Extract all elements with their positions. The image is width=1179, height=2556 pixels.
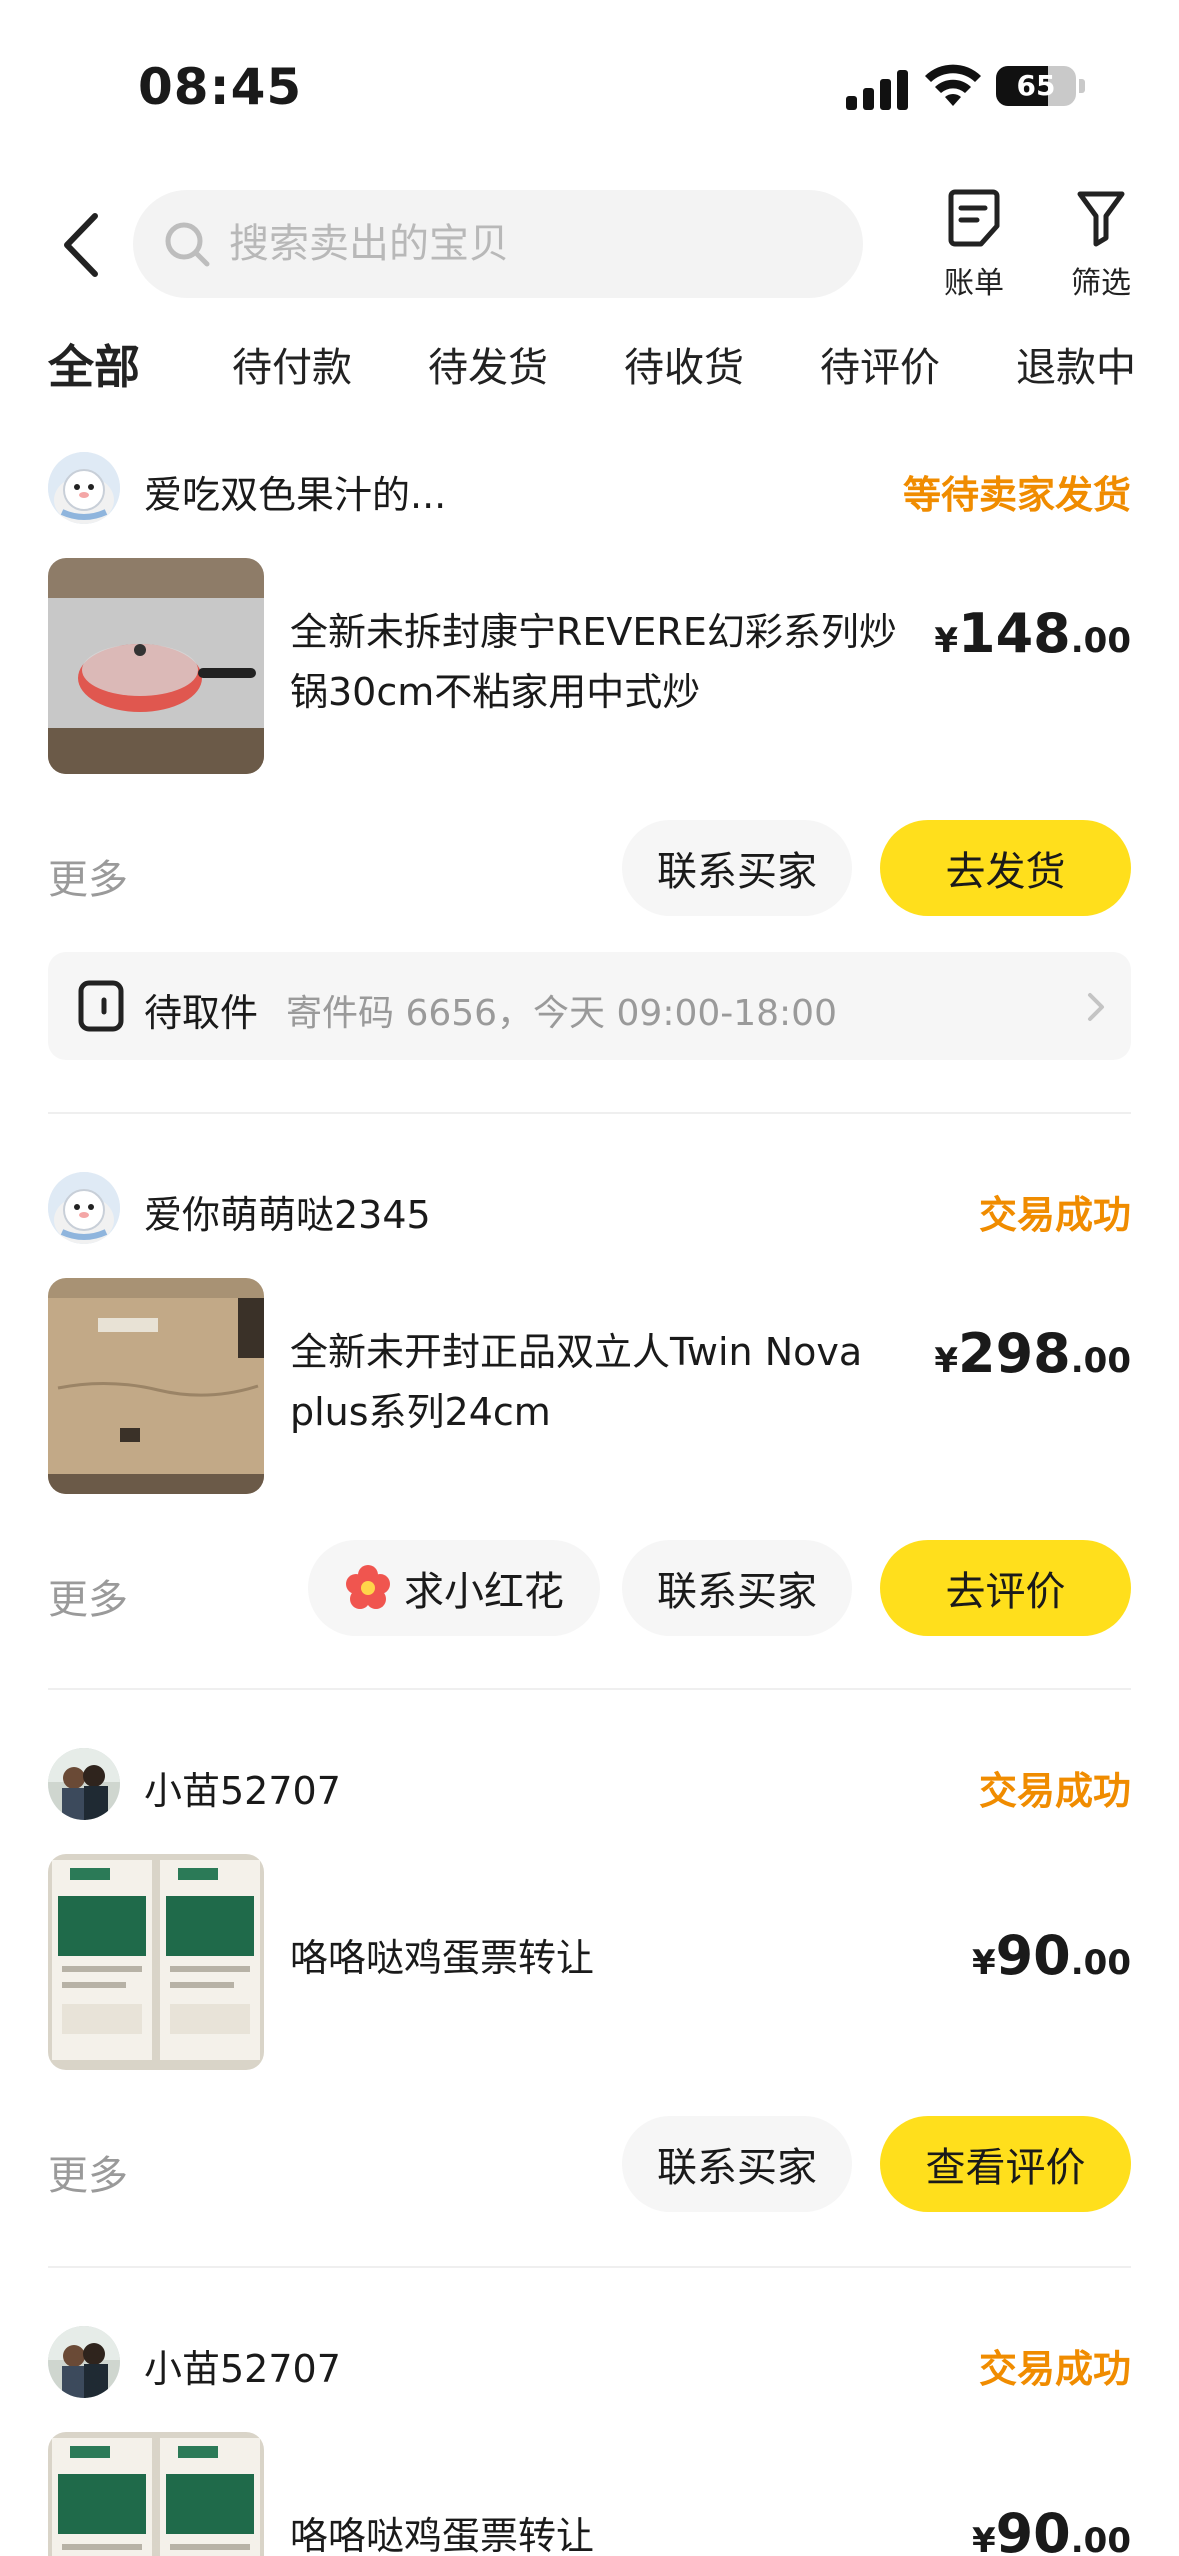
- price-integer: 90: [995, 2502, 1071, 2556]
- avatar[interactable]: [48, 1748, 120, 1820]
- chevron-right-icon: [1088, 993, 1104, 1021]
- product-title[interactable]: 全新未拆封康宁REVERE幻彩系列炒锅30cm不粘家用中式炒: [290, 602, 930, 722]
- buyer-name: 小苗52707: [144, 1769, 341, 1813]
- product-title[interactable]: 全新未开封正品双立人Twin Nova plus系列24cm: [290, 1322, 930, 1442]
- price: ¥90.00: [972, 1924, 1131, 1987]
- filter-button[interactable]: 筛选: [1046, 188, 1156, 308]
- locker-icon: [78, 980, 124, 1032]
- avatar[interactable]: [48, 2326, 120, 2398]
- product-thumbnail[interactable]: [48, 558, 264, 774]
- buyer-row[interactable]: 小苗52707 交易成功: [48, 2326, 1131, 2402]
- divider: [48, 1112, 1131, 1114]
- order-status: 交易成功: [978, 1193, 1131, 1237]
- contact-buyer-button[interactable]: 联系买家: [622, 2116, 852, 2212]
- tab-pending-receipt[interactable]: 待收货: [624, 335, 744, 393]
- request-flower-label: 求小红花: [404, 1569, 564, 1615]
- divider: [48, 2266, 1131, 2268]
- price-decimal: .00: [1070, 2521, 1131, 2556]
- tab-pending-payment[interactable]: 待付款: [232, 335, 352, 393]
- search-bar[interactable]: [133, 190, 863, 298]
- price-decimal: .00: [1070, 621, 1131, 661]
- tab-pending-shipment[interactable]: 待发货: [428, 335, 548, 393]
- back-button[interactable]: [50, 205, 110, 285]
- divider: [48, 1688, 1131, 1690]
- contact-buyer-button[interactable]: 联系买家: [622, 820, 852, 916]
- price-integer: 148: [958, 602, 1071, 665]
- product-title[interactable]: 咯咯哒鸡蛋票转让: [290, 1928, 930, 1988]
- buyer-name: 小苗52707: [144, 2347, 341, 2391]
- pickup-label: 待取件: [144, 991, 259, 1035]
- bill-button[interactable]: 账单: [919, 188, 1029, 308]
- buyer-name: 爱吃双色果汁的...: [144, 473, 447, 517]
- egg-voucher-image: [48, 2432, 264, 2556]
- product-thumbnail[interactable]: [48, 2432, 264, 2556]
- price-currency: ¥: [971, 2521, 996, 2556]
- tab-label: 待评价: [820, 345, 940, 391]
- ship-button[interactable]: 去发货: [880, 820, 1131, 916]
- wifi-icon: [925, 64, 981, 106]
- review-button[interactable]: 去评价: [880, 1540, 1131, 1636]
- avatar[interactable]: [48, 1172, 120, 1244]
- chevron-left-icon: [64, 213, 98, 277]
- bill-label: 账单: [944, 266, 1004, 301]
- filter-icon: [1077, 191, 1125, 247]
- search-input[interactable]: [229, 221, 789, 267]
- request-flower-button[interactable]: 求小红花: [308, 1540, 600, 1636]
- more-button[interactable]: 更多: [48, 1567, 128, 1625]
- order-status: 交易成功: [978, 1769, 1131, 1813]
- price-currency: ¥: [971, 1943, 996, 1983]
- frying-pan-image: [48, 558, 264, 774]
- order-status: 等待卖家发货: [902, 473, 1131, 517]
- tab-refunding[interactable]: 退款中: [1016, 335, 1136, 393]
- order-status: 交易成功: [978, 2347, 1131, 2391]
- product-thumbnail[interactable]: [48, 1854, 264, 2070]
- battery-tip: [1079, 79, 1085, 93]
- tab-label: 待付款: [232, 345, 352, 391]
- buyer-name: 爱你萌萌哒2345: [144, 1193, 431, 1237]
- tab-all[interactable]: 全部: [48, 331, 140, 397]
- price-integer: 90: [995, 1924, 1071, 1987]
- more-button[interactable]: 更多: [48, 2143, 128, 2201]
- product-title[interactable]: 咯咯哒鸡蛋票转让: [290, 2506, 930, 2556]
- buyer-row[interactable]: 小苗52707 交易成功: [48, 1748, 1131, 1824]
- price-decimal: .00: [1070, 1341, 1131, 1381]
- pickup-bar[interactable]: 待取件 寄件码 6656，今天 09:00-18:00: [48, 952, 1131, 1060]
- price-currency: ¥: [934, 621, 959, 661]
- tab-label: 退款中: [1016, 345, 1136, 391]
- seal-avatar-icon: [48, 452, 120, 524]
- avatar[interactable]: [48, 452, 120, 524]
- order-tabs: 全部 待付款 待发货 待收货 待评价 退款中: [0, 335, 1179, 415]
- tab-label: 待发货: [428, 345, 548, 391]
- battery-percentage: 65: [1016, 69, 1056, 102]
- cardboard-box-image: [48, 1278, 264, 1494]
- contact-buyer-button[interactable]: 联系买家: [622, 1540, 852, 1636]
- price: ¥298.00: [934, 1322, 1131, 1385]
- couple-photo-avatar: [48, 2326, 120, 2398]
- egg-voucher-image: [48, 1854, 264, 2070]
- price-integer: 298: [958, 1322, 1071, 1385]
- price-decimal: .00: [1070, 1943, 1131, 1983]
- tab-label: 待收货: [624, 345, 744, 391]
- cellular-signal-icon: [846, 68, 908, 110]
- more-button[interactable]: 更多: [48, 847, 128, 905]
- price: ¥90.00: [972, 2502, 1131, 2556]
- tab-label: 全部: [48, 340, 140, 394]
- filter-label: 筛选: [1071, 266, 1131, 301]
- status-bar: 08:45 65: [0, 0, 1179, 170]
- search-icon: [165, 222, 210, 267]
- bill-icon: [948, 189, 1000, 247]
- couple-photo-avatar: [48, 1748, 120, 1820]
- buyer-row[interactable]: 爱你萌萌哒2345 交易成功: [48, 1172, 1131, 1248]
- tab-pending-review[interactable]: 待评价: [820, 335, 940, 393]
- battery-icon: 65: [996, 66, 1076, 106]
- price-currency: ¥: [934, 1341, 959, 1381]
- buyer-row[interactable]: 爱吃双色果汁的... 等待卖家发货: [48, 452, 1131, 528]
- view-review-button[interactable]: 查看评价: [880, 2116, 1131, 2212]
- price: ¥148.00: [934, 602, 1131, 665]
- red-flower-icon: [346, 1565, 390, 1609]
- seal-avatar-icon: [48, 1172, 120, 1244]
- pickup-detail: 寄件码 6656，今天 09:00-18:00: [286, 993, 837, 1034]
- status-time: 08:45: [138, 58, 303, 116]
- product-thumbnail[interactable]: [48, 1278, 264, 1494]
